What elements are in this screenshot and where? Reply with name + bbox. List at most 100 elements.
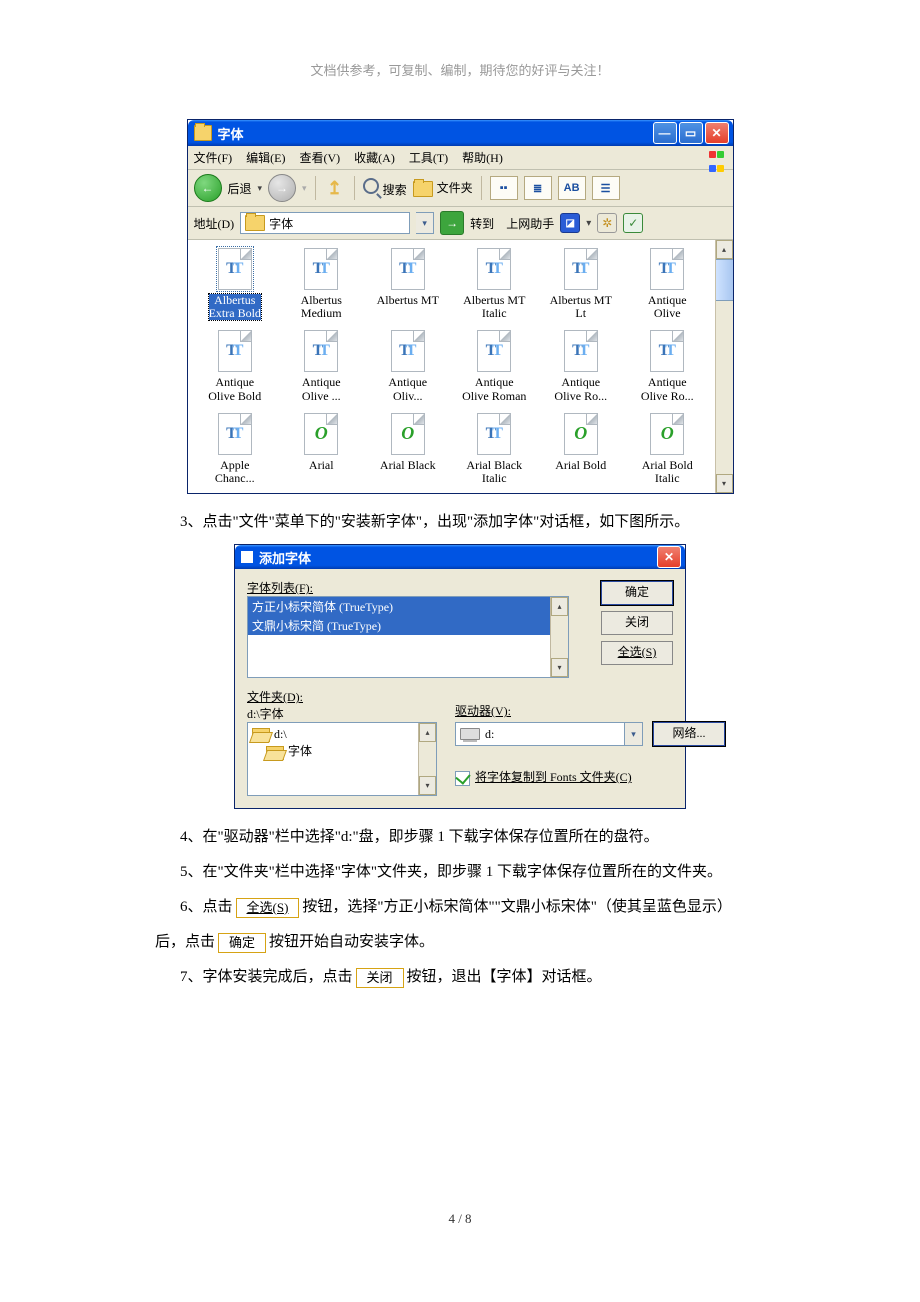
search-button[interactable]: 搜索 [363,178,407,198]
scroll-up-icon[interactable]: ▴ [551,597,568,616]
forward-button[interactable]: → [268,174,296,202]
font-item[interactable]: TTAlbertus MTLt [538,248,625,320]
scroll-down-icon[interactable]: ▾ [551,658,568,677]
address-value: 字体 [269,215,293,232]
vertical-scrollbar[interactable]: ▴ ▾ [715,240,733,493]
truetype-icon: TT [650,248,684,290]
font-item[interactable]: O Arial [278,413,365,485]
close-button[interactable]: 关闭 [601,611,673,635]
font-label: Albertus MTLt [550,294,612,320]
helper-icon[interactable]: ◪ [560,213,580,233]
view-similarity-button[interactable]: AB [558,176,586,200]
address-dropdown-icon[interactable]: ▾ [416,212,434,234]
font-item[interactable]: TT Albertus MT [365,248,452,320]
header-note: 文档供参考，可复制、编制，期待您的好评与关注！ [55,60,865,79]
settings-icon[interactable]: ✲ [597,213,617,233]
font-item[interactable]: TTAntiqueOlive Roman [451,330,538,402]
checkbox-icon [455,771,470,786]
folder-tree-item[interactable]: 字体 [266,742,432,759]
list-item[interactable]: 方正小标宋简体 (TrueType) [248,597,568,616]
drive-dropdown-icon[interactable]: ▾ [625,722,643,746]
address-input[interactable]: 字体 [240,212,410,234]
select-all-button[interactable]: 全选(S) [601,641,673,665]
font-item[interactable]: TTArial BlackItalic [451,413,538,485]
font-item[interactable]: OArial Bold [538,413,625,485]
font-label: Arial [309,459,334,472]
window-title: 字体 [218,124,653,143]
scroll-down-icon[interactable]: ▾ [716,474,733,493]
menu-view[interactable]: 查看(V) [300,149,341,166]
listbox-scrollbar[interactable]: ▴ ▾ [550,597,568,677]
cleanup-icon[interactable]: ✓ [623,213,643,233]
helper-dropdown-icon[interactable]: ▾ [586,218,591,229]
back-dropdown-icon[interactable]: ▾ [258,183,263,194]
font-label: AntiqueOlive Bold [208,376,261,402]
address-label: 地址(D) [194,215,235,232]
font-item[interactable]: OArial Black [365,413,452,485]
menu-file[interactable]: 文件(F) [194,149,233,166]
up-folder-icon[interactable]: ↥ [324,177,346,199]
scroll-track[interactable] [419,742,436,776]
menu-edit[interactable]: 编辑(E) [246,149,285,166]
back-button[interactable]: ← [194,174,222,202]
scroll-track[interactable] [551,616,568,658]
font-label: Albertus MT [377,294,439,307]
font-item[interactable]: TTAntiqueOlive Bold [192,330,279,402]
menu-help[interactable]: 帮助(H) [462,149,503,166]
list-item[interactable]: 文鼎小标宋简 (TrueType) [248,616,568,635]
font-label: Arial Bold [555,459,606,472]
font-listbox[interactable]: 方正小标宋简体 (TrueType) 文鼎小标宋简 (TrueType) ▴ ▾ [247,596,569,678]
font-label: Albertus MTItalic [463,294,525,320]
truetype-icon: TT [477,413,511,455]
view-details-button[interactable]: ☰ [592,176,620,200]
copy-fonts-checkbox[interactable]: 将字体复制到 Fonts 文件夹(C) [455,768,725,786]
ok-button[interactable]: 确定 [601,581,673,605]
font-label: Arial BoldItalic [642,459,693,485]
folder-path: d:\字体 [247,705,437,722]
folder-icon [245,215,265,231]
font-item[interactable]: OArial BoldItalic [624,413,711,485]
font-label: AntiqueOlive Ro... [554,376,607,402]
scroll-track[interactable] [716,301,733,474]
view-large-icons-button[interactable]: ▪▪ [490,176,518,200]
truetype-icon: TT [650,330,684,372]
font-item[interactable]: TTAntiqueOlive Ro... [538,330,625,402]
font-label: AppleChanc... [215,459,255,485]
scroll-thumb[interactable] [716,259,733,301]
folder-scrollbar[interactable]: ▴ ▾ [418,723,436,795]
go-button[interactable]: → [440,211,464,235]
client-area: TTAlbertusExtra BoldTTAlbertusMediumTTAl… [188,240,733,493]
truetype-icon: TT [391,248,425,290]
dialog-close-button[interactable]: ✕ [657,546,681,568]
font-item[interactable]: TTAppleChanc... [192,413,279,485]
drive-combobox[interactable]: d: [455,722,625,746]
menu-tools[interactable]: 工具(T) [409,149,448,166]
font-item[interactable]: TTAntiqueOlive Ro... [624,330,711,402]
folder-tree[interactable]: d:\ 字体 ▴ ▾ [247,722,437,796]
close-button[interactable]: ✕ [705,122,729,144]
opentype-icon: O [304,413,338,455]
inline-close-button: 关闭 [356,968,404,988]
view-list-button[interactable]: ≣ [524,176,552,200]
scroll-down-icon[interactable]: ▾ [419,776,436,795]
toolbar: ← 后退 ▾ → ▾ ↥ 搜索 文件夹 ▪▪ ≣ AB ☰ [188,170,733,207]
folder-tree-item[interactable]: d:\ [252,727,432,742]
folders-button[interactable]: 文件夹 [413,179,473,197]
maximize-button[interactable]: ▭ [679,122,703,144]
font-label: AntiqueOlive Roman [462,376,526,402]
scroll-up-icon[interactable]: ▴ [419,723,436,742]
step-3-text: 3、点击"文件"菜单下的"安装新字体"，出现"添加字体"对话框，如下图所示。 [180,509,810,536]
titlebar: 字体 — ▭ ✕ [188,120,733,146]
font-item[interactable]: TTAlbertusExtra Bold [192,248,279,320]
font-item[interactable]: TTAntiqueOlive ... [278,330,365,402]
opentype-icon: O [391,413,425,455]
forward-dropdown-icon[interactable]: ▾ [302,183,307,194]
scroll-up-icon[interactable]: ▴ [716,240,733,259]
network-button[interactable]: 网络... [653,722,725,746]
minimize-button[interactable]: — [653,122,677,144]
font-item[interactable]: TTAlbertus MTItalic [451,248,538,320]
font-item[interactable]: TTAntiqueOliv... [365,330,452,402]
font-item[interactable]: TTAntiqueOlive [624,248,711,320]
font-item[interactable]: TTAlbertusMedium [278,248,365,320]
menu-fav[interactable]: 收藏(A) [354,149,395,166]
